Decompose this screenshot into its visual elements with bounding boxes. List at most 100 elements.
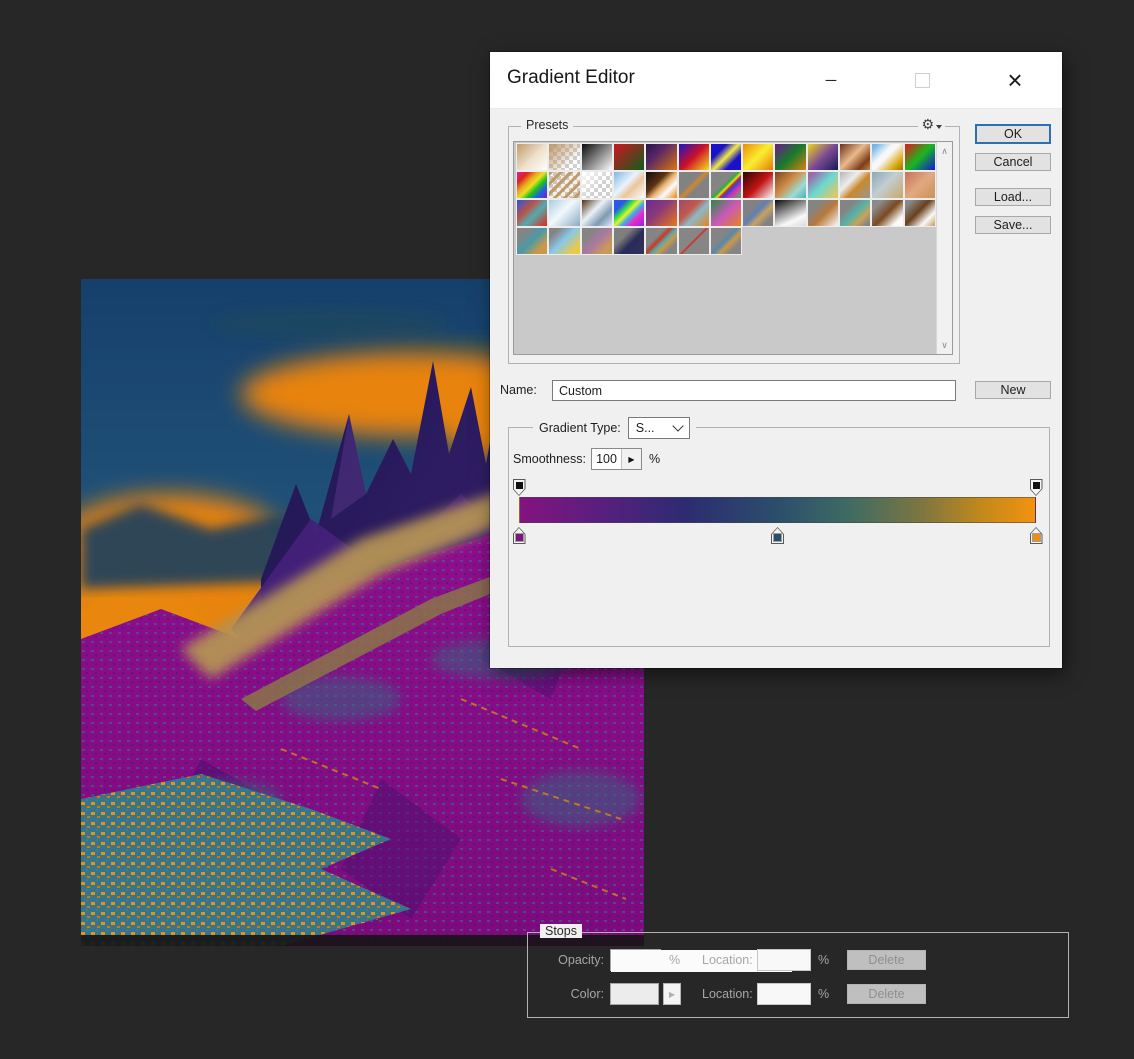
preset-neon-stripes[interactable] bbox=[613, 199, 645, 227]
preset-copper[interactable] bbox=[839, 143, 871, 171]
smoothness-spinner-button[interactable]: ▶ bbox=[621, 449, 641, 469]
chevron-down-icon bbox=[672, 420, 683, 431]
dialog-titlebar[interactable]: Gradient Editor ─ × bbox=[490, 52, 1062, 109]
presets-menu-button[interactable]: ⚙ bbox=[918, 117, 945, 131]
preset-gray-blue-tan-stripe[interactable] bbox=[710, 227, 742, 255]
opacity-location-unit: % bbox=[818, 953, 829, 967]
preset-rainbow[interactable] bbox=[516, 171, 548, 199]
preset-white-to-transparent[interactable] bbox=[581, 171, 613, 199]
preset-list: ∧ ∨ bbox=[513, 141, 953, 355]
maximize-button[interactable] bbox=[899, 52, 945, 108]
name-input[interactable] bbox=[552, 380, 956, 401]
preset-gray-teal-tan[interactable] bbox=[839, 199, 871, 227]
load-button[interactable]: Load... bbox=[975, 188, 1051, 206]
preset-gray-orange-stripe[interactable] bbox=[678, 171, 710, 199]
preset-gray-sky-yellow[interactable] bbox=[548, 227, 580, 255]
minimize-icon: ─ bbox=[826, 72, 837, 89]
scroll-down-icon[interactable]: ∨ bbox=[937, 340, 952, 350]
preset-blue-yellow-blue[interactable] bbox=[710, 143, 742, 171]
minimize-button[interactable]: ─ bbox=[808, 52, 854, 108]
delete-color-stop-button[interactable]: Delete bbox=[847, 984, 926, 1004]
close-icon: × bbox=[1007, 65, 1022, 96]
preset-violet-orange[interactable] bbox=[645, 143, 677, 171]
preset-green-pink-orange[interactable] bbox=[710, 199, 742, 227]
gradient-editor-dialog: Gradient Editor ─ × Presets ⚙ ∧ ∨ OK Can… bbox=[490, 52, 1062, 668]
opacity-stop[interactable] bbox=[513, 479, 526, 496]
preset-blue-white-peach[interactable] bbox=[613, 171, 645, 199]
opacity-stop[interactable] bbox=[1030, 479, 1043, 496]
preset-stripes-transparent[interactable] bbox=[548, 171, 580, 199]
color-picker-button[interactable]: ▶ bbox=[663, 983, 681, 1005]
smoothness-input[interactable] bbox=[592, 449, 621, 469]
preset-red-green[interactable] bbox=[613, 143, 645, 171]
preset-blue-rust-teal-red[interactable] bbox=[516, 199, 548, 227]
preset-silver-copper[interactable] bbox=[839, 171, 871, 199]
preset-gray-navy[interactable] bbox=[613, 227, 645, 255]
menu-arrow-icon bbox=[936, 125, 942, 129]
color-swatch[interactable] bbox=[610, 983, 659, 1005]
preset-violet-green-orange[interactable] bbox=[774, 143, 806, 171]
color-label: Color: bbox=[556, 987, 604, 1001]
preset-yellow-violet-navy[interactable] bbox=[807, 143, 839, 171]
new-button[interactable]: New bbox=[975, 381, 1051, 399]
preset-brown-orange-teal[interactable] bbox=[774, 171, 806, 199]
dialog-title: Gradient Editor bbox=[507, 67, 635, 89]
gear-icon: ⚙ bbox=[921, 117, 934, 131]
ok-button[interactable]: OK bbox=[975, 124, 1051, 144]
preset-blue-red-yellow[interactable] bbox=[678, 143, 710, 171]
spinner-arrow-icon: ▶ bbox=[669, 990, 675, 999]
presets-group: Presets ⚙ ∧ ∨ bbox=[508, 126, 960, 364]
color-location-input[interactable] bbox=[757, 983, 811, 1005]
preset-foreground-to-background[interactable] bbox=[516, 143, 548, 171]
opacity-location-input[interactable] bbox=[757, 949, 811, 971]
color-stop[interactable] bbox=[1030, 527, 1043, 544]
preset-brown-white-copper[interactable] bbox=[904, 199, 936, 227]
stops-group: Stops Opacity: ▶ % Location: % Delete Co… bbox=[527, 932, 1069, 1018]
preset-orange-yellow-orange[interactable] bbox=[742, 143, 774, 171]
preset-black-brown-white-orange[interactable] bbox=[645, 171, 677, 199]
preset-gray-copper-white[interactable] bbox=[807, 199, 839, 227]
preset-gray-red-teal-gold[interactable] bbox=[645, 227, 677, 255]
preset-red-green-blue[interactable] bbox=[904, 143, 936, 171]
preset-purple-orange[interactable] bbox=[645, 199, 677, 227]
gradient-type-value: S... bbox=[636, 421, 655, 435]
color-stop[interactable] bbox=[513, 527, 526, 544]
stops-label: Stops bbox=[540, 924, 582, 938]
color-stop[interactable] bbox=[771, 527, 784, 544]
preset-grid bbox=[516, 143, 936, 255]
gradient-stops-layer bbox=[519, 479, 1036, 545]
scroll-up-icon[interactable]: ∧ bbox=[937, 146, 952, 156]
color-location-unit: % bbox=[818, 987, 829, 1001]
preset-gray-rainbow-magenta[interactable] bbox=[710, 171, 742, 199]
opacity-location-label: Location: bbox=[702, 953, 752, 967]
smoothness-unit: % bbox=[649, 452, 660, 466]
preset-foreground-to-transparent[interactable] bbox=[548, 143, 580, 171]
save-button[interactable]: Save... bbox=[975, 216, 1051, 234]
delete-opacity-stop-button[interactable]: Delete bbox=[847, 950, 926, 970]
smoothness-control: ▶ bbox=[591, 448, 642, 470]
preset-gray-red-stripe[interactable] bbox=[678, 227, 710, 255]
opacity-label: Opacity: bbox=[556, 953, 604, 967]
preset-brown-silver-blue[interactable] bbox=[581, 199, 613, 227]
gradient-type-label: Gradient Type: bbox=[539, 421, 621, 435]
color-location-label: Location: bbox=[702, 987, 752, 1001]
preset-scrollbar[interactable]: ∧ ∨ bbox=[936, 142, 952, 354]
name-label: Name: bbox=[500, 383, 537, 397]
preset-gray-mauve-tan[interactable] bbox=[581, 227, 613, 255]
preset-steel-tan[interactable] bbox=[871, 171, 903, 199]
preset-chrome-gold[interactable] bbox=[871, 143, 903, 171]
spinner-arrow-icon: ▶ bbox=[628, 455, 634, 464]
cancel-button[interactable]: Cancel bbox=[975, 153, 1051, 171]
preset-salmon-tan[interactable] bbox=[904, 171, 936, 199]
preset-gray-blue-tan[interactable] bbox=[742, 199, 774, 227]
close-button[interactable]: × bbox=[992, 52, 1038, 108]
gradient-type-dropdown[interactable]: S... bbox=[628, 417, 690, 439]
preset-gray-teal-gold[interactable] bbox=[516, 227, 548, 255]
preset-darkred-red-white[interactable] bbox=[742, 171, 774, 199]
preset-gray-brown-white[interactable] bbox=[871, 199, 903, 227]
preset-black-to-white[interactable] bbox=[774, 199, 806, 227]
preset-mauve-teal-gold[interactable] bbox=[807, 171, 839, 199]
preset-black-white[interactable] bbox=[581, 143, 613, 171]
preset-mauve-rust-steel-orange[interactable] bbox=[678, 199, 710, 227]
preset-silver-blue[interactable] bbox=[548, 199, 580, 227]
